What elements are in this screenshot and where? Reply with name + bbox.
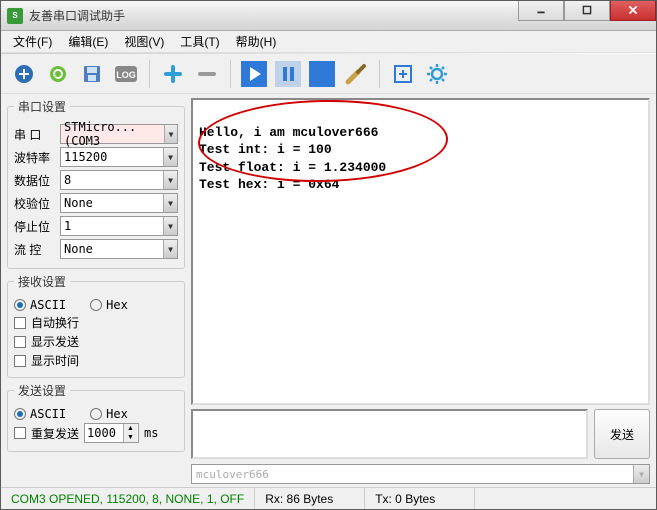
parity-value: None: [64, 196, 93, 210]
spin-down-icon[interactable]: ▼: [123, 433, 137, 442]
clear-button[interactable]: [341, 59, 371, 89]
baud-label: 波特率: [14, 149, 56, 166]
window-button[interactable]: [388, 59, 418, 89]
repeat-send-label: 重复发送: [31, 425, 79, 442]
interval-input[interactable]: [85, 424, 123, 442]
new-session-button[interactable]: [9, 59, 39, 89]
chevron-down-icon: ▼: [163, 171, 177, 189]
stop-button[interactable]: [307, 59, 337, 89]
output-line: Test hex: i = 0x64: [199, 177, 339, 192]
send-textarea[interactable]: [191, 409, 588, 459]
chevron-down-icon: ▼: [163, 194, 177, 212]
parity-combo[interactable]: None ▼: [60, 193, 178, 213]
databits-value: 8: [64, 173, 71, 187]
send-ascii-radio[interactable]: [14, 408, 26, 420]
send-hex-label: Hex: [106, 407, 128, 421]
auto-wrap-label: 自动换行: [31, 314, 79, 331]
app-window: S 友善串口调试助手 文件(F) 编辑(E) 视图(V) 工具(T) 帮助(H): [0, 0, 657, 510]
stopbits-combo[interactable]: 1▼: [60, 216, 178, 236]
status-spacer: [475, 488, 656, 509]
flow-label: 流 控: [14, 241, 56, 258]
chevron-down-icon: ▼: [163, 217, 177, 235]
databits-label: 数据位: [14, 172, 56, 189]
output-line: Test float: i = 1.234000: [199, 160, 386, 175]
baud-combo[interactable]: 115200 ▼: [60, 147, 178, 167]
log-button[interactable]: LOG: [111, 59, 141, 89]
port-label: 串 口: [14, 126, 56, 143]
menu-view[interactable]: 视图(V): [116, 31, 172, 52]
window-title: 友善串口调试助手: [29, 7, 125, 24]
repeat-send-checkbox[interactable]: [14, 427, 26, 439]
recv-settings-legend: 接收设置: [14, 273, 70, 290]
menu-edit[interactable]: 编辑(E): [60, 31, 116, 52]
send-history-text: mculover666: [196, 468, 269, 481]
settings-button[interactable]: [422, 59, 452, 89]
status-rx: Rx: 86 Bytes: [255, 488, 365, 509]
baud-value: 115200: [64, 150, 107, 164]
titlebar: S 友善串口调试助手: [1, 1, 656, 31]
serial-settings-group: 串口设置 串 口 STMicro...(COM3▼ 波特率 115200▼ 数据…: [7, 98, 185, 269]
output-textarea[interactable]: Hello, i am mculover666 Test int: i = 10…: [191, 98, 650, 405]
recv-ascii-label: ASCII: [30, 298, 66, 312]
show-time-label: 显示时间: [31, 352, 79, 369]
chevron-down-icon: ▼: [163, 240, 177, 258]
port-combo[interactable]: STMicro...(COM3▼: [60, 124, 178, 144]
refresh-button[interactable]: [43, 59, 73, 89]
svg-text:LOG: LOG: [116, 70, 136, 80]
show-send-checkbox[interactable]: [14, 336, 26, 348]
menu-help[interactable]: 帮助(H): [228, 31, 285, 52]
stopbits-label: 停止位: [14, 218, 56, 235]
main-area: 串口设置 串 口 STMicro...(COM3▼ 波特率 115200▼ 数据…: [1, 94, 656, 487]
flow-value: None: [64, 242, 93, 256]
output-line: Test int: i = 100: [199, 142, 332, 157]
spin-up-icon[interactable]: ▲: [123, 424, 137, 433]
menu-tools[interactable]: 工具(T): [172, 31, 227, 52]
play-button[interactable]: [239, 59, 269, 89]
show-send-label: 显示发送: [31, 333, 79, 350]
close-button[interactable]: [610, 1, 656, 21]
send-history-combo[interactable]: mculover666 ▼: [191, 464, 650, 484]
toolbar: LOG: [1, 54, 656, 94]
left-panel: 串口设置 串 口 STMicro...(COM3▼ 波特率 115200▼ 数据…: [7, 98, 185, 485]
parity-label: 校验位: [14, 195, 56, 212]
recv-settings-group: 接收设置 ASCII Hex 自动换行 显示发送: [7, 273, 185, 378]
stopbits-value: 1: [64, 219, 71, 233]
maximize-button[interactable]: [564, 1, 610, 21]
send-hex-radio[interactable]: [90, 408, 102, 420]
menu-file[interactable]: 文件(F): [5, 31, 60, 52]
auto-wrap-checkbox[interactable]: [14, 317, 26, 329]
menubar: 文件(F) 编辑(E) 视图(V) 工具(T) 帮助(H): [1, 31, 656, 53]
chevron-down-icon: ▼: [633, 465, 649, 483]
interval-spinner[interactable]: ▲▼: [84, 423, 139, 443]
recv-hex-label: Hex: [106, 298, 128, 312]
statusbar: COM3 OPENED, 115200, 8, NONE, 1, OFF Rx:…: [1, 487, 656, 509]
databits-combo[interactable]: 8▼: [60, 170, 178, 190]
minimize-button[interactable]: [518, 1, 564, 21]
port-value: STMicro...(COM3: [64, 120, 164, 148]
send-settings-legend: 发送设置: [14, 382, 70, 399]
chevron-down-icon: ▼: [163, 148, 177, 166]
app-icon: S: [7, 8, 23, 24]
output-line: Hello, i am mculover666: [199, 125, 378, 140]
send-button[interactable]: 发送: [594, 409, 650, 459]
unit-label: ms: [144, 426, 158, 440]
chevron-down-icon: ▼: [164, 125, 177, 143]
right-panel: Hello, i am mculover666 Test int: i = 10…: [191, 98, 650, 485]
remove-button[interactable]: [192, 59, 222, 89]
show-time-checkbox[interactable]: [14, 355, 26, 367]
status-connection: COM3 OPENED, 115200, 8, NONE, 1, OFF: [1, 488, 255, 509]
status-tx: Tx: 0 Bytes: [365, 488, 475, 509]
send-ascii-label: ASCII: [30, 407, 66, 421]
serial-settings-legend: 串口设置: [14, 98, 70, 115]
add-button[interactable]: [158, 59, 188, 89]
save-button[interactable]: [77, 59, 107, 89]
pause-button[interactable]: [273, 59, 303, 89]
send-settings-group: 发送设置 ASCII Hex 重复发送 ▲▼ ms: [7, 382, 185, 452]
recv-hex-radio[interactable]: [90, 299, 102, 311]
recv-ascii-radio[interactable]: [14, 299, 26, 311]
flow-combo[interactable]: None ▼: [60, 239, 178, 259]
